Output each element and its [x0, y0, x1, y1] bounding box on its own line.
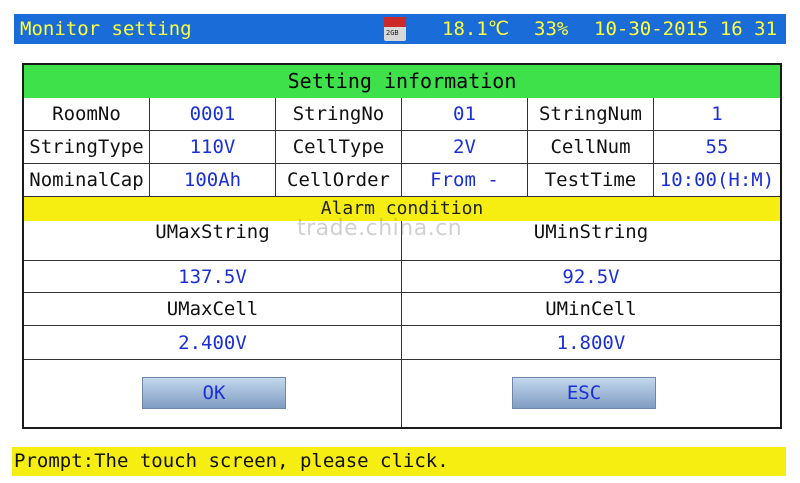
value-umin-cell[interactable]: 1.800V: [402, 326, 780, 360]
settings-row: StringType 110V CellType 2V CellNum 55: [24, 131, 780, 164]
value-nominal-cap[interactable]: 100Ah: [150, 164, 276, 197]
value-string-num[interactable]: 1: [654, 98, 780, 131]
value-room-no[interactable]: 0001: [150, 98, 276, 131]
title-bar: Monitor setting 2GB 18.1℃ 33% 10-30-2015…: [14, 14, 786, 44]
label-string-type: StringType: [24, 131, 150, 164]
settings-row: RoomNo 0001 StringNo 01 StringNum 1: [24, 98, 780, 131]
label-cell-num: CellNum: [528, 131, 654, 164]
value-cell-type[interactable]: 2V: [402, 131, 528, 164]
value-cell-num[interactable]: 55: [654, 131, 780, 164]
value-test-time[interactable]: 10:00(H:M): [654, 164, 780, 197]
value-umin-string[interactable]: 92.5V: [402, 261, 780, 293]
alarm-cell-label-row: UMaxCell UMinCell: [24, 293, 780, 326]
screen-title: Monitor setting: [20, 18, 192, 40]
label-umin-cell: UMinCell: [402, 293, 780, 326]
value-umax-string[interactable]: 137.5V: [24, 261, 402, 293]
label-umax-cell: UMaxCell: [24, 293, 402, 326]
datetime-readout: 10-30-2015 16 31: [594, 18, 778, 40]
settings-panel: Setting information RoomNo 0001 StringNo…: [22, 63, 782, 429]
watermark: trade.china.cn: [297, 216, 463, 241]
label-cell-type: CellType: [276, 131, 402, 164]
setting-info-header: Setting information: [24, 65, 780, 98]
label-cell-order: CellOrder: [276, 164, 402, 197]
esc-button[interactable]: ESC: [512, 377, 656, 409]
label-room-no: RoomNo: [24, 98, 150, 131]
label-nominal-cap: NominalCap: [24, 164, 150, 197]
button-row: [24, 360, 780, 427]
value-umax-cell[interactable]: 2.400V: [24, 326, 402, 360]
prompt-bar: Prompt:The touch screen, please click.: [12, 447, 786, 476]
value-string-type[interactable]: 110V: [150, 131, 276, 164]
sd-card-icon: 2GB: [384, 17, 406, 41]
value-string-no[interactable]: 01: [402, 98, 528, 131]
alarm-string-value-row: 137.5V 92.5V: [24, 261, 780, 293]
label-string-num: StringNum: [528, 98, 654, 131]
label-test-time: TestTime: [528, 164, 654, 197]
value-cell-order[interactable]: From -: [402, 164, 528, 197]
ok-button[interactable]: OK: [142, 377, 286, 409]
temperature-readout: 18.1℃: [442, 18, 510, 40]
alarm-cell-value-row: 2.400V 1.800V: [24, 326, 780, 360]
humidity-readout: 33%: [534, 18, 569, 40]
label-string-no: StringNo: [276, 98, 402, 131]
settings-row: NominalCap 100Ah CellOrder From - TestTi…: [24, 164, 780, 197]
